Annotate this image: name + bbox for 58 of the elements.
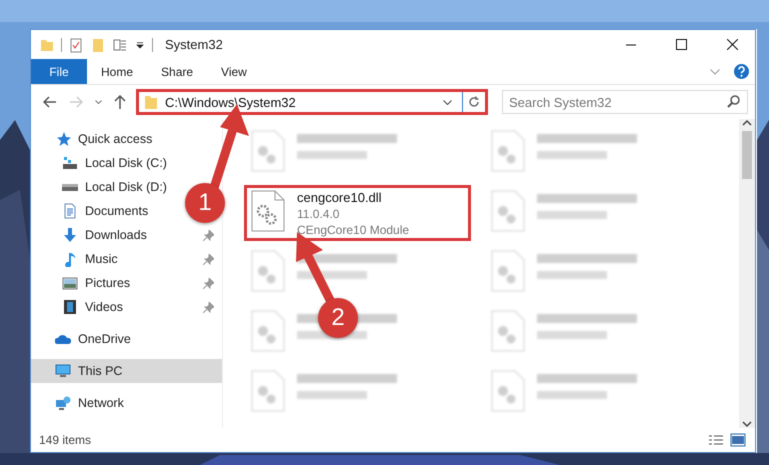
nav-item[interactable]: Downloads — [31, 223, 153, 247]
file-name: cengcore10.dll — [297, 190, 383, 205]
network-icon — [55, 395, 71, 411]
file-tile[interactable]: cengcore10.dll 11.0.4.0 CEngCore10 Module — [244, 185, 471, 241]
address-bar[interactable]: C:\Windows\System32 — [136, 89, 488, 115]
nav-item[interactable]: Pictures — [31, 271, 136, 295]
nav-item[interactable]: This PC — [31, 359, 222, 383]
file-menu-button[interactable]: File — [31, 59, 87, 84]
nav-item[interactable]: Documents — [31, 199, 154, 223]
properties-icon — [68, 36, 84, 52]
maximize-icon — [676, 39, 687, 50]
download-icon — [62, 227, 78, 243]
star-icon — [55, 131, 71, 147]
chevron-down-icon — [710, 68, 720, 74]
ribbon-tab[interactable]: Share — [147, 59, 208, 84]
monitor-icon — [55, 363, 71, 379]
close-icon — [727, 39, 738, 50]
document-icon — [62, 203, 78, 219]
film-icon — [62, 299, 78, 315]
chevron-down-icon — [95, 100, 102, 104]
chevron-down-icon — [443, 100, 452, 104]
scrollbar[interactable] — [739, 119, 755, 428]
refresh-icon — [468, 96, 480, 108]
drive-icon — [62, 155, 78, 171]
address-path: C:\Windows\System32 — [165, 94, 297, 110]
picture-icon — [62, 275, 78, 291]
file-detail: 11.0.4.0 — [297, 207, 340, 221]
nav-item[interactable]: Local Disk (C:) — [31, 151, 173, 175]
help-button[interactable] — [734, 64, 749, 79]
drive-icon — [62, 184, 78, 190]
nav-item[interactable]: OneDrive — [31, 327, 137, 351]
ribbon-tab[interactable]: Home — [87, 59, 148, 84]
nav-item[interactable]: Music — [31, 247, 124, 271]
file-detail: CEngCore10 Module — [297, 223, 410, 237]
view-options-icon — [112, 36, 128, 52]
details-view-icon — [708, 434, 724, 446]
new-folder-icon — [90, 36, 106, 52]
up-arrow-icon — [114, 95, 126, 109]
search-icon — [727, 95, 740, 108]
large-icons-view-icon — [730, 433, 746, 447]
window-title: System32 — [165, 37, 224, 52]
music-note-icon — [62, 251, 78, 267]
scroll-up-icon — [742, 119, 752, 127]
help-icon — [738, 66, 745, 77]
search-field[interactable]: Search System32 — [502, 90, 748, 114]
scrollbar-thumb[interactable] — [742, 131, 752, 179]
item-count: 149 items — [39, 433, 92, 447]
nav-item[interactable]: Local Disk (D:) — [31, 175, 173, 199]
nav-item[interactable]: Quick access — [31, 127, 158, 151]
minimize-icon — [626, 44, 636, 46]
scroll-down-icon — [742, 420, 752, 428]
nav-item[interactable]: Videos — [31, 295, 129, 319]
forward-arrow-icon — [69, 96, 83, 108]
folder-icon — [143, 94, 159, 110]
nav-item[interactable]: Network — [31, 391, 130, 415]
ribbon-tab[interactable]: View — [207, 59, 261, 84]
dll-file-icon — [251, 190, 285, 232]
back-arrow-icon — [43, 96, 57, 108]
